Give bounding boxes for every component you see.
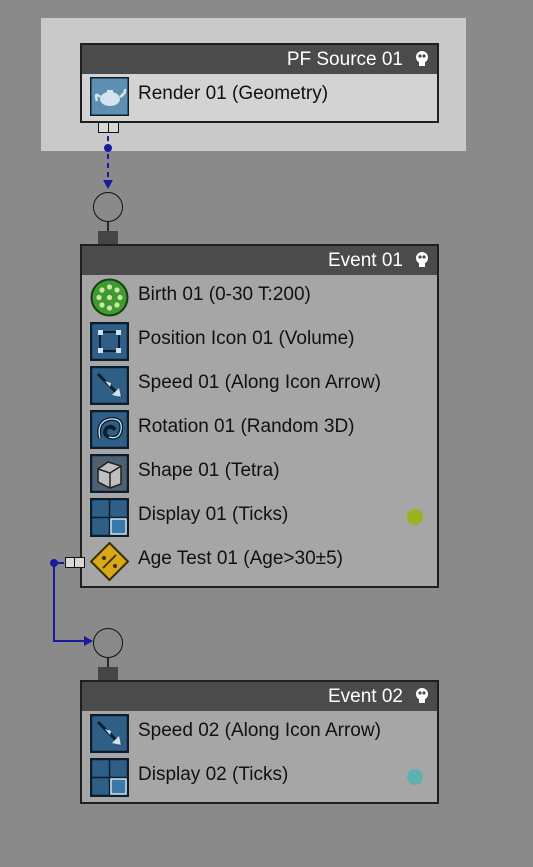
event2-input-port[interactable] (98, 667, 118, 680)
position-label: Position Icon 01 (Volume) (138, 328, 355, 349)
speed-label: Speed 01 (Along Icon Arrow) (138, 372, 381, 393)
source-title: PF Source 01 (286, 49, 403, 70)
event2-title: Event 02 (328, 686, 403, 707)
event2-input-socket[interactable] (93, 628, 123, 658)
speed-icon (90, 714, 129, 753)
position-icon (90, 322, 129, 361)
birth-icon (90, 278, 129, 317)
lightbulb-icon[interactable] (413, 687, 431, 705)
event1-title: Event 01 (328, 250, 403, 271)
operator-birth[interactable]: Birth 01 (0-30 T:200) (82, 275, 437, 319)
render-teapot-icon (90, 77, 129, 116)
rotation-label: Rotation 01 (Random 3D) (138, 416, 355, 437)
operator-position[interactable]: Position Icon 01 (Volume) (82, 319, 437, 363)
test-age[interactable]: Age Test 01 (Age>30±5) (82, 539, 437, 583)
operator-display-02[interactable]: Display 02 (Ticks) (82, 755, 437, 799)
speed-02-label: Speed 02 (Along Icon Arrow) (138, 720, 381, 741)
display-icon (90, 498, 129, 537)
rotation-icon (90, 410, 129, 449)
source-header[interactable]: PF Source 01 (82, 45, 437, 74)
event1-input-port[interactable] (98, 231, 118, 244)
shape-icon (90, 454, 129, 493)
operator-display[interactable]: Display 01 (Ticks) (82, 495, 437, 539)
display-02-color-swatch[interactable] (407, 769, 423, 785)
operator-rotation[interactable]: Rotation 01 (Random 3D) (82, 407, 437, 451)
event1-header[interactable]: Event 01 (82, 246, 437, 275)
lightbulb-icon[interactable] (413, 50, 431, 68)
render-label: Render 01 (Geometry) (138, 83, 329, 104)
event-01-node[interactable]: Event 01 Birth 01 (0-30 T:200) Position … (80, 244, 439, 588)
display-icon (90, 758, 129, 797)
age-test-output-port-right[interactable] (74, 557, 85, 568)
source-item-render[interactable]: Render 01 (Geometry) (82, 74, 437, 118)
display-label: Display 01 (Ticks) (138, 504, 289, 525)
display-02-label: Display 02 (Ticks) (138, 764, 289, 785)
age-test-label: Age Test 01 (Age>30±5) (138, 548, 343, 569)
speed-icon (90, 366, 129, 405)
source-output-port-right[interactable] (108, 122, 119, 133)
birth-label: Birth 01 (0-30 T:200) (138, 284, 311, 305)
display-color-swatch[interactable] (407, 509, 423, 525)
shape-label: Shape 01 (Tetra) (138, 460, 280, 481)
pf-source-node[interactable]: PF Source 01 Render 01 (Geometry) (80, 43, 439, 123)
operator-speed[interactable]: Speed 01 (Along Icon Arrow) (82, 363, 437, 407)
operator-speed-02[interactable]: Speed 02 (Along Icon Arrow) (82, 711, 437, 755)
event2-header[interactable]: Event 02 (82, 682, 437, 711)
age-test-icon (90, 542, 129, 581)
lightbulb-icon[interactable] (413, 251, 431, 269)
event-02-node[interactable]: Event 02 Speed 02 (Along Icon Arrow) Dis… (80, 680, 439, 804)
event1-input-socket[interactable] (93, 192, 123, 222)
operator-shape[interactable]: Shape 01 (Tetra) (82, 451, 437, 495)
